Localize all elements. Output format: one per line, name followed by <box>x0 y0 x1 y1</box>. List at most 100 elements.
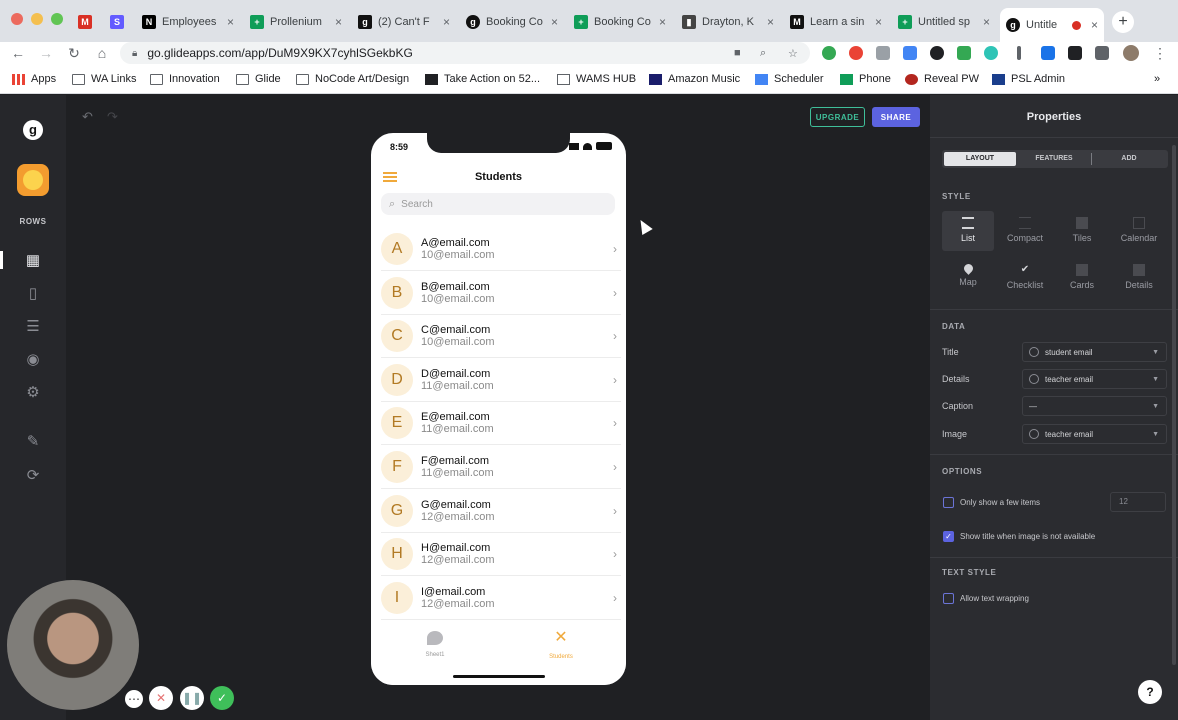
bookmark-link[interactable]: WAMS HUB <box>557 73 636 85</box>
style-cards[interactable]: Cards <box>1056 258 1108 298</box>
list-item[interactable]: E E@email.com 11@email.com › <box>381 402 621 446</box>
close-icon[interactable]: × <box>983 15 990 29</box>
share-button[interactable]: SHARE <box>872 107 920 127</box>
browser-tab[interactable]: M Learn a sin × <box>784 8 888 36</box>
search-bar[interactable]: ⌕ Search <box>381 193 615 215</box>
bookmark-folder[interactable]: NoCode Art/Design <box>296 73 409 85</box>
reload-icon[interactable]: ↻ <box>64 45 84 62</box>
layout-icon[interactable]: ▦ <box>22 251 44 271</box>
app-icon[interactable] <box>17 164 49 196</box>
bookmark-folder[interactable]: WA Links <box>72 73 136 85</box>
back-icon[interactable]: ← <box>8 45 28 61</box>
edit-icon[interactable]: ✎ <box>22 432 44 452</box>
extension-icon[interactable] <box>822 46 836 60</box>
list-item[interactable]: I I@email.com 12@email.com › <box>381 577 621 620</box>
bookmark-link[interactable]: Scheduler <box>755 73 824 85</box>
puzzle-icon[interactable] <box>1095 46 1109 60</box>
menu-icon[interactable]: ⋮ <box>1150 45 1170 62</box>
style-compact[interactable]: Compact <box>999 211 1051 251</box>
minimize-window-icon[interactable] <box>31 13 43 25</box>
extension-icon[interactable] <box>903 46 917 60</box>
tab-sheet1[interactable]: Sheet1 <box>415 631 455 659</box>
tab-layout[interactable]: LAYOUT <box>944 152 1016 166</box>
extension-icon[interactable] <box>984 46 998 60</box>
bookmark-apps[interactable]: Apps <box>12 73 56 85</box>
list-item[interactable]: F F@email.com 11@email.com › <box>381 446 621 489</box>
close-icon[interactable]: × <box>1091 18 1098 32</box>
style-details[interactable]: Details <box>1113 258 1165 298</box>
browser-tab-active[interactable]: g Untitle × <box>1000 8 1104 42</box>
dark-mode-icon[interactable] <box>930 46 944 60</box>
details-select[interactable]: teacher email ▼ <box>1022 369 1167 389</box>
style-tiles[interactable]: Tiles <box>1056 211 1108 251</box>
users-icon[interactable]: ◉ <box>22 350 44 370</box>
close-icon[interactable]: × <box>551 15 558 29</box>
tab-students[interactable]: ✕ Students <box>541 630 581 661</box>
extension-icon[interactable] <box>876 46 890 60</box>
title-select[interactable]: student email ▼ <box>1022 342 1167 362</box>
close-window-icon[interactable] <box>11 13 23 25</box>
image-select[interactable]: teacher email ▼ <box>1022 424 1167 444</box>
list-item[interactable]: G G@email.com 12@email.com › <box>381 490 621 533</box>
camera-icon[interactable]: ■ <box>734 47 741 59</box>
home-icon[interactable]: ⌂ <box>92 45 112 61</box>
redo-icon[interactable]: ↷ <box>107 109 118 125</box>
close-icon[interactable]: × <box>443 15 450 29</box>
maximize-window-icon[interactable] <box>51 13 63 25</box>
text-wrap-checkbox[interactable] <box>943 593 954 604</box>
sync-icon[interactable]: ⟳ <box>22 466 44 486</box>
few-items-count-input[interactable]: 12 <box>1110 492 1166 512</box>
webcam-bubble[interactable] <box>7 580 139 710</box>
list-item[interactable]: D D@email.com 11@email.com › <box>381 359 621 402</box>
star-icon[interactable]: ☆ <box>788 47 798 60</box>
profile-avatar[interactable] <box>1123 45 1139 61</box>
bookmark-link[interactable]: Take Action on 52... <box>425 73 540 85</box>
close-icon[interactable]: × <box>227 15 234 29</box>
undo-icon[interactable]: ↶ <box>82 109 93 125</box>
cancel-recording-icon[interactable]: ✕ <box>149 686 173 710</box>
browser-tab[interactable]: + Untitled sp × <box>892 8 996 36</box>
browser-tab[interactable]: S <box>104 8 134 36</box>
show-title-checkbox[interactable]: ✓ <box>943 531 954 542</box>
close-icon[interactable]: × <box>767 15 774 29</box>
extension-icon[interactable] <box>849 46 863 60</box>
settings-icon[interactable]: ⚙ <box>22 383 44 403</box>
bookmark-link[interactable]: PSL Admin <box>992 73 1065 85</box>
style-list[interactable]: List <box>942 211 994 251</box>
glide-logo[interactable]: g <box>23 120 43 140</box>
browser-tab[interactable]: + Prollenium × <box>244 8 348 36</box>
forward-icon[interactable]: → <box>36 45 56 61</box>
help-button[interactable]: ? <box>1138 680 1162 704</box>
list-item[interactable]: H H@email.com 12@email.com › <box>381 533 621 577</box>
close-icon[interactable]: × <box>875 15 882 29</box>
finish-recording-icon[interactable]: ✓ <box>210 686 234 710</box>
browser-tab[interactable]: ▮ Drayton, K × <box>676 8 780 36</box>
browser-tab[interactable]: N Employees × <box>136 8 240 36</box>
new-tab-button[interactable]: + <box>1112 11 1134 33</box>
bookmark-folder[interactable]: Glide <box>236 73 281 85</box>
bookmark-link[interactable]: Reveal PW <box>905 73 979 85</box>
close-icon[interactable]: × <box>335 15 342 29</box>
browser-tab[interactable]: M <box>72 8 100 36</box>
caption-select[interactable]: — ▼ <box>1022 396 1167 416</box>
bookmark-folder[interactable]: Innovation <box>150 73 220 85</box>
browser-tab[interactable]: g (2) Can't F × <box>352 8 456 36</box>
few-items-checkbox[interactable] <box>943 497 954 508</box>
extension-icon[interactable] <box>957 46 971 60</box>
more-options-icon[interactable]: ⋯ <box>125 690 143 708</box>
browser-tab[interactable]: g Booking Co × <box>460 8 564 36</box>
address-bar[interactable]: 🔒︎ go.glideapps.com/app/DuM9X9KX7cyhlSGe… <box>120 42 810 64</box>
style-checklist[interactable]: ✔ Checklist <box>999 258 1051 298</box>
list-item[interactable]: B B@email.com 10@email.com › <box>381 272 621 315</box>
close-icon[interactable]: × <box>659 15 666 29</box>
style-map[interactable]: Map <box>942 258 994 298</box>
data-icon[interactable]: ☰ <box>22 317 44 337</box>
layers-icon[interactable] <box>1068 46 1082 60</box>
phone-icon[interactable]: ▯ <box>22 284 44 304</box>
scrollbar[interactable] <box>1172 145 1176 665</box>
eyedropper-icon[interactable] <box>1017 46 1021 60</box>
tab-add[interactable]: ADD <box>1092 152 1166 166</box>
browser-tab[interactable]: + Booking Co × <box>568 8 672 36</box>
bookmarks-overflow[interactable]: » <box>1154 73 1160 85</box>
pause-recording-icon[interactable]: ❚❚ <box>180 686 204 710</box>
